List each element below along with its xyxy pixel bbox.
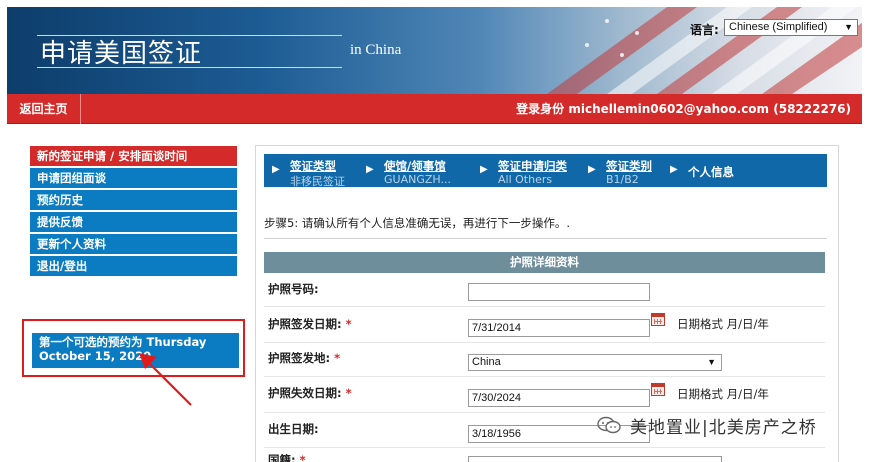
- issue-date-label: 护照签发日期: *: [268, 316, 352, 332]
- breadcrumb-step-title: 使馆/领事馆: [384, 159, 446, 173]
- watermark-text: 美地置业|北美房产之桥: [630, 418, 817, 438]
- breadcrumb-step-value: All Others: [498, 173, 553, 186]
- nationality-label: 国籍: *: [268, 452, 306, 462]
- issue-date-input[interactable]: 7/31/2014: [468, 319, 650, 337]
- login-user: michellemin0602@yahoo.com (58222276): [568, 102, 851, 116]
- language-select-value: Chinese (Simplified): [729, 21, 828, 33]
- login-info: 登录身份 michellemin0602@yahoo.com (58222276…: [516, 94, 851, 124]
- sidebar-item-feedback[interactable]: 提供反馈: [30, 212, 237, 232]
- chevron-right-icon: ▶: [366, 164, 374, 175]
- issue-country-select-value: China: [472, 356, 501, 368]
- sidebar-menu: 新的签证申请 / 安排面谈时间 申请团组面谈 预约历史 提供反馈 更新个人资料 …: [30, 146, 237, 278]
- required-mark: *: [299, 453, 306, 462]
- calendar-icon[interactable]: [651, 383, 665, 396]
- nationality-label-text: 国籍:: [268, 453, 296, 462]
- required-mark: *: [345, 317, 352, 331]
- sidebar-item-new-application[interactable]: 新的签证申请 / 安排面谈时间: [30, 146, 237, 166]
- arrow-annotation-icon: [139, 353, 192, 406]
- sidebar-item-appointment-history[interactable]: 预约历史: [30, 190, 237, 210]
- title-rule-bottom: [37, 67, 342, 68]
- highlight-box: 第一个可选的预约为 Thursday October 15, 2020.: [22, 319, 245, 377]
- breadcrumb-step-value: 非移民签证: [290, 175, 345, 188]
- login-label: 登录身份: [516, 102, 565, 116]
- breadcrumb-step-title: 签证申请归类: [498, 159, 567, 173]
- breadcrumb-step-title: 签证类型: [290, 159, 336, 173]
- sidebar-item-update-profile[interactable]: 更新个人资料: [30, 234, 237, 254]
- chevron-right-icon: ▶: [480, 164, 488, 175]
- breadcrumb-step-title: 签证类别: [606, 159, 652, 173]
- chevron-right-icon: ▶: [272, 164, 280, 175]
- nationality-select[interactable]: [468, 456, 722, 462]
- row-divider: [264, 306, 825, 307]
- breadcrumb-step-value: B1/B2: [606, 173, 639, 186]
- chevron-down-icon: ▼: [844, 22, 853, 32]
- date-format-hint: 日期格式 月/日/年: [677, 387, 769, 401]
- birth-date-label: 出生日期:: [268, 422, 319, 436]
- calendar-icon[interactable]: [651, 313, 665, 326]
- passport-number-input[interactable]: [468, 283, 650, 301]
- top-nav-bar: 返回主页 登录身份 michellemin0602@yahoo.com (582…: [7, 94, 862, 124]
- issue-country-label: 护照签发地: *: [268, 350, 340, 366]
- home-link[interactable]: 返回主页: [7, 94, 81, 124]
- chevron-down-icon: ▼: [707, 357, 716, 367]
- breadcrumb-step-value: GUANGZH...: [384, 173, 451, 186]
- issue-date-label-text: 护照签发日期:: [268, 317, 342, 331]
- sidebar-item-logout[interactable]: 退出/登出: [30, 256, 237, 276]
- expiry-date-label: 护照失效日期: *: [268, 385, 352, 401]
- required-mark: *: [345, 386, 352, 400]
- passport-number-label: 护照号码:: [268, 282, 319, 296]
- section-header-passport: 护照详细资料: [264, 252, 825, 273]
- breadcrumb: ▶ 签证类型 非移民签证 ▶ 使馆/领事馆 GUANGZH... ▶ 签证申请归…: [264, 154, 827, 188]
- birth-date-input[interactable]: 3/18/1956: [468, 425, 650, 443]
- row-divider: [264, 447, 825, 448]
- step-instructions: 步骤5: 请确认所有个人信息准确无误，再进行下一步操作。.: [264, 216, 570, 230]
- divider: [264, 238, 827, 239]
- site-title: 申请美国签证: [40, 39, 203, 69]
- issue-country-label-text: 护照签发地:: [268, 351, 331, 365]
- expiry-date-input[interactable]: 7/30/2024: [468, 389, 650, 407]
- wechat-icon: [597, 416, 621, 434]
- header-banner: 申请美国签证 in China 语言: Chinese (Simplified)…: [7, 7, 862, 94]
- chevron-right-icon: ▶: [588, 164, 596, 175]
- language-label: 语言:: [690, 23, 719, 37]
- row-divider: [264, 376, 825, 377]
- chevron-right-icon: ▶: [670, 164, 678, 175]
- row-divider: [264, 342, 825, 343]
- sidebar-item-group-interview[interactable]: 申请团组面谈: [30, 168, 237, 188]
- expiry-date-label-text: 护照失效日期:: [268, 386, 342, 400]
- language-select[interactable]: Chinese (Simplified) ▼: [724, 19, 858, 36]
- site-subtitle: in China: [350, 42, 402, 58]
- breadcrumb-step-title: 个人信息: [688, 165, 734, 179]
- date-format-hint: 日期格式 月/日/年: [677, 317, 769, 331]
- issue-country-select[interactable]: China ▼: [468, 354, 722, 371]
- required-mark: *: [334, 351, 341, 365]
